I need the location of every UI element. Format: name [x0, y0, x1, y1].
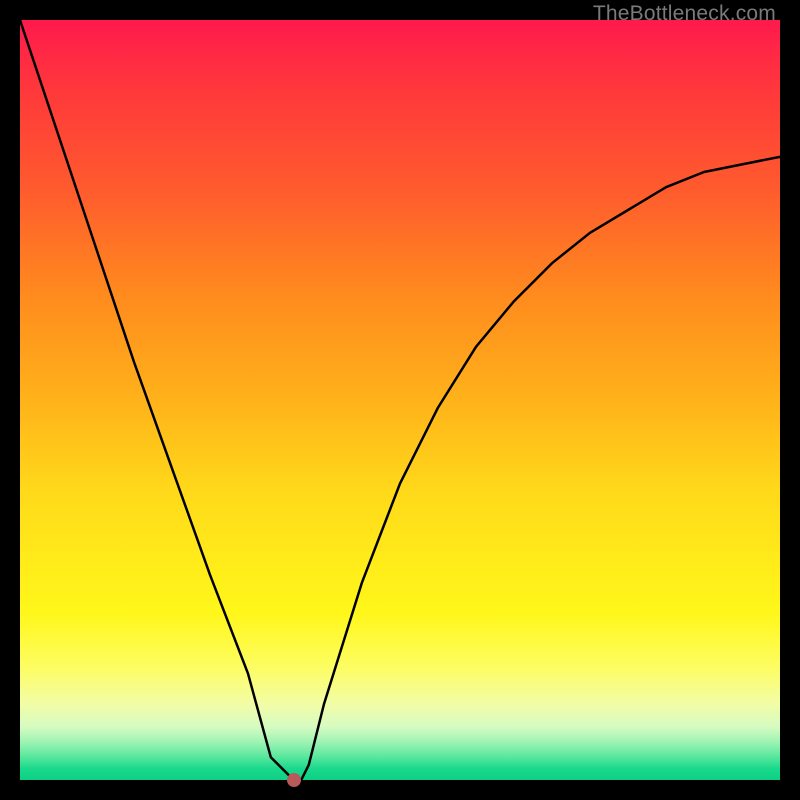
bottleneck-curve [20, 20, 780, 780]
chart-frame: TheBottleneck.com [0, 0, 800, 800]
plot-area [20, 20, 780, 780]
valley-marker [287, 773, 301, 787]
